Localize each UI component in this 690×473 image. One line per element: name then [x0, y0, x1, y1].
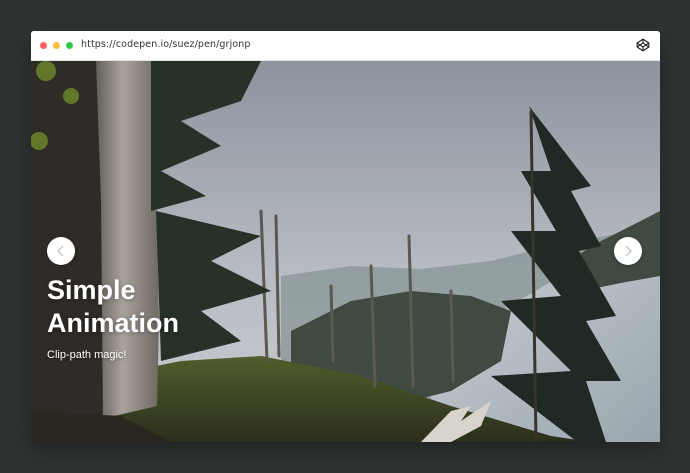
browser-titlebar: https://codepen.io/suez/pen/grjonp — [31, 31, 660, 61]
slide-subtitle: Clip-path magic! — [47, 349, 127, 361]
next-slide-button[interactable] — [614, 237, 642, 265]
close-window-button[interactable] — [40, 42, 47, 49]
maximize-window-button[interactable] — [66, 42, 73, 49]
slider-viewport: Simple Animation Clip-path magic! — [31, 61, 660, 442]
chevron-right-icon — [625, 245, 632, 257]
chevron-left-icon — [57, 245, 64, 257]
prev-slide-button[interactable] — [47, 237, 75, 265]
slide-title-line-1: Simple — [47, 275, 136, 305]
codepen-icon[interactable] — [636, 38, 650, 52]
slide-title: Simple Animation — [47, 274, 207, 340]
slide-background-forest-image — [31, 61, 660, 442]
slide-caption: Simple Animation Clip-path magic! — [47, 274, 207, 361]
minimize-window-button[interactable] — [53, 42, 60, 49]
address-bar-url[interactable]: https://codepen.io/suez/pen/grjonp — [81, 39, 250, 50]
slide-title-line-2: Animation — [47, 308, 179, 338]
browser-window: https://codepen.io/suez/pen/grjonp Simpl… — [31, 31, 660, 442]
